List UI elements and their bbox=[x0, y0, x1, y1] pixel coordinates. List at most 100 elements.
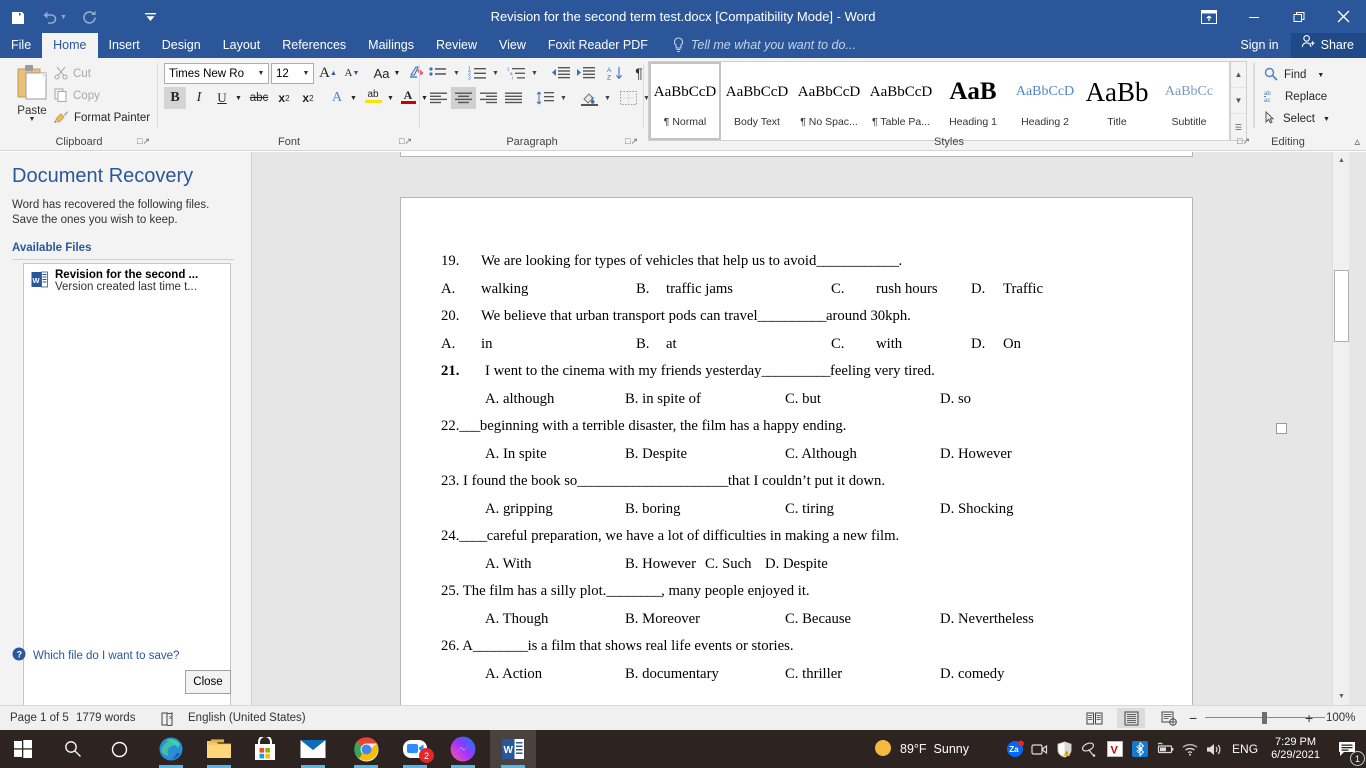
zoom-in-button[interactable]: + bbox=[1305, 706, 1313, 730]
volume-icon[interactable] bbox=[1202, 730, 1227, 768]
tab-file[interactable]: File bbox=[0, 33, 42, 58]
messenger-icon[interactable] bbox=[440, 730, 486, 768]
font-size-combobox[interactable]: 12 ▼ bbox=[271, 63, 314, 84]
language-status[interactable]: English (United States) bbox=[188, 706, 306, 730]
superscript-button[interactable]: x2 bbox=[296, 87, 320, 109]
align-center-button[interactable] bbox=[451, 87, 476, 109]
numbering-button[interactable]: 123 bbox=[465, 62, 489, 84]
justify-button[interactable] bbox=[501, 87, 526, 109]
close-button[interactable] bbox=[1321, 0, 1366, 33]
paste-dropdown-icon[interactable]: ▼ bbox=[8, 116, 56, 123]
zoom-out-button[interactable]: − bbox=[1189, 706, 1197, 730]
read-mode-view-button[interactable] bbox=[1080, 708, 1108, 728]
zoom-icon[interactable]: 2 bbox=[392, 730, 438, 768]
tab-review[interactable]: Review bbox=[425, 33, 488, 58]
tab-home[interactable]: Home bbox=[42, 33, 98, 58]
notifications-button[interactable]: 1 bbox=[1328, 730, 1366, 768]
cut-button[interactable]: Cut bbox=[54, 64, 91, 84]
share-button[interactable]: Share bbox=[1290, 33, 1366, 58]
scroll-up-icon[interactable]: ▲ bbox=[1333, 152, 1349, 169]
edge-icon[interactable] bbox=[148, 730, 194, 768]
battery-icon[interactable] bbox=[1152, 730, 1177, 768]
format-painter-button[interactable]: Format Painter bbox=[54, 108, 150, 128]
redo-icon[interactable] bbox=[72, 4, 108, 32]
select-button[interactable]: Select ▼ bbox=[1264, 108, 1330, 130]
highlight-dropdown-icon[interactable]: ▼ bbox=[384, 87, 397, 109]
style-item-normal[interactable]: AaBbCcD ¶ Normal bbox=[649, 62, 721, 140]
find-button[interactable]: Find ▼ bbox=[1264, 64, 1324, 86]
content-control-placeholder[interactable] bbox=[1276, 423, 1287, 434]
style-item-table-paragraph[interactable]: AaBbCcD ¶ Table Pa... bbox=[865, 62, 937, 140]
weather-widget[interactable]: 89°F Sunny bbox=[873, 730, 969, 768]
v-app-icon[interactable]: V bbox=[1102, 730, 1127, 768]
tab-references[interactable]: References bbox=[271, 33, 357, 58]
start-button[interactable] bbox=[0, 730, 46, 768]
zoom-thumb[interactable] bbox=[1262, 712, 1267, 724]
word-icon[interactable]: W bbox=[490, 730, 536, 768]
ribbon-display-options-icon[interactable] bbox=[1187, 0, 1231, 33]
font-dialog-launcher[interactable]: □↗ bbox=[399, 136, 412, 147]
list-item[interactable]: W Revision for the second ... Version cr… bbox=[25, 265, 230, 305]
copy-button[interactable]: Copy bbox=[54, 86, 100, 106]
style-scroll-up-icon[interactable]: ▲ bbox=[1231, 62, 1246, 88]
increase-indent-button[interactable] bbox=[573, 62, 598, 84]
bluetooth-icon[interactable] bbox=[1127, 730, 1152, 768]
sort-button[interactable]: AZ bbox=[603, 62, 627, 84]
style-item-subtitle[interactable]: AaBbCc Subtitle bbox=[1153, 62, 1225, 140]
font-family-combobox[interactable]: Times New Ro ▼ bbox=[164, 63, 269, 84]
restore-button[interactable] bbox=[1276, 0, 1321, 33]
dish-icon[interactable] bbox=[1077, 730, 1102, 768]
chrome-icon[interactable] bbox=[343, 730, 389, 768]
borders-button[interactable] bbox=[616, 87, 640, 109]
bullets-dropdown-icon[interactable]: ▼ bbox=[450, 62, 463, 84]
web-layout-view-button[interactable] bbox=[1155, 708, 1183, 728]
bold-button[interactable]: B bbox=[164, 87, 186, 109]
search-icon[interactable] bbox=[50, 730, 96, 768]
italic-button[interactable]: I bbox=[188, 87, 210, 109]
clock[interactable]: 7:29 PM 6/29/2021 bbox=[1263, 736, 1328, 762]
subscript-button[interactable]: x2 bbox=[272, 87, 296, 109]
style-scroll-down-icon[interactable]: ▼ bbox=[1231, 88, 1246, 114]
collapse-ribbon-icon[interactable]: ▵ bbox=[1354, 135, 1360, 148]
screen-recorder-icon[interactable] bbox=[1027, 730, 1052, 768]
style-item-no-spacing[interactable]: AaBbCcD ¶ No Spac... bbox=[793, 62, 865, 140]
clipboard-dialog-launcher[interactable]: □↗ bbox=[137, 136, 150, 147]
shading-button[interactable] bbox=[577, 87, 601, 109]
line-spacing-dropdown-icon[interactable]: ▼ bbox=[557, 87, 570, 109]
save-icon[interactable] bbox=[0, 4, 36, 32]
tab-layout[interactable]: Layout bbox=[212, 33, 272, 58]
language-indicator[interactable]: ENG bbox=[1227, 730, 1263, 768]
customize-quick-access-icon[interactable] bbox=[132, 4, 168, 32]
line-spacing-button[interactable] bbox=[533, 87, 557, 109]
grow-font-button[interactable]: A ▲ bbox=[316, 62, 340, 84]
font-color-button[interactable]: A bbox=[397, 85, 419, 107]
minimize-button[interactable] bbox=[1231, 0, 1276, 33]
decrease-indent-button[interactable] bbox=[548, 62, 573, 84]
recovery-close-button[interactable]: Close bbox=[185, 670, 231, 694]
style-item-body-text[interactable]: AaBbCcD Body Text bbox=[721, 62, 793, 140]
document-text[interactable]: 19. We are looking for types of vehicles … bbox=[401, 198, 1194, 693]
tab-design[interactable]: Design bbox=[151, 33, 212, 58]
style-gallery-scrollbar[interactable]: ▲ ▼ ☰ bbox=[1230, 61, 1247, 141]
underline-dropdown-icon[interactable]: ▼ bbox=[232, 87, 245, 109]
text-effects-dropdown-icon[interactable]: ▼ bbox=[347, 87, 360, 109]
underline-button[interactable]: U bbox=[211, 87, 233, 109]
font-size-dropdown-icon[interactable]: ▼ bbox=[299, 70, 313, 77]
recovery-help-link[interactable]: ? Which file do I want to save? bbox=[12, 647, 179, 664]
find-dropdown-icon[interactable]: ▼ bbox=[1317, 72, 1324, 79]
print-layout-view-button[interactable] bbox=[1117, 708, 1145, 728]
numbering-dropdown-icon[interactable]: ▼ bbox=[489, 62, 502, 84]
style-item-heading-1[interactable]: AaB Heading 1 bbox=[937, 62, 1009, 140]
font-family-dropdown-icon[interactable]: ▼ bbox=[254, 70, 268, 77]
paste-button[interactable]: Paste ▼ bbox=[8, 62, 56, 126]
vertical-scrollbar[interactable]: ▲ ▼ bbox=[1332, 152, 1349, 705]
scroll-down-icon[interactable]: ▼ bbox=[1333, 688, 1349, 705]
multilevel-list-dropdown-icon[interactable]: ▼ bbox=[528, 62, 541, 84]
multilevel-list-button[interactable]: 1ai bbox=[504, 62, 528, 84]
tab-foxit-reader-pdf[interactable]: Foxit Reader PDF bbox=[537, 33, 659, 58]
document-page[interactable]: 19. We are looking for types of vehicles … bbox=[400, 197, 1287, 705]
paragraph-dialog-launcher[interactable]: □↗ bbox=[625, 136, 638, 147]
text-highlight-color-button[interactable]: ab bbox=[361, 85, 385, 107]
scrollbar-thumb[interactable] bbox=[1334, 270, 1349, 342]
page-number-status[interactable]: Page 1 of 5 bbox=[10, 706, 69, 730]
